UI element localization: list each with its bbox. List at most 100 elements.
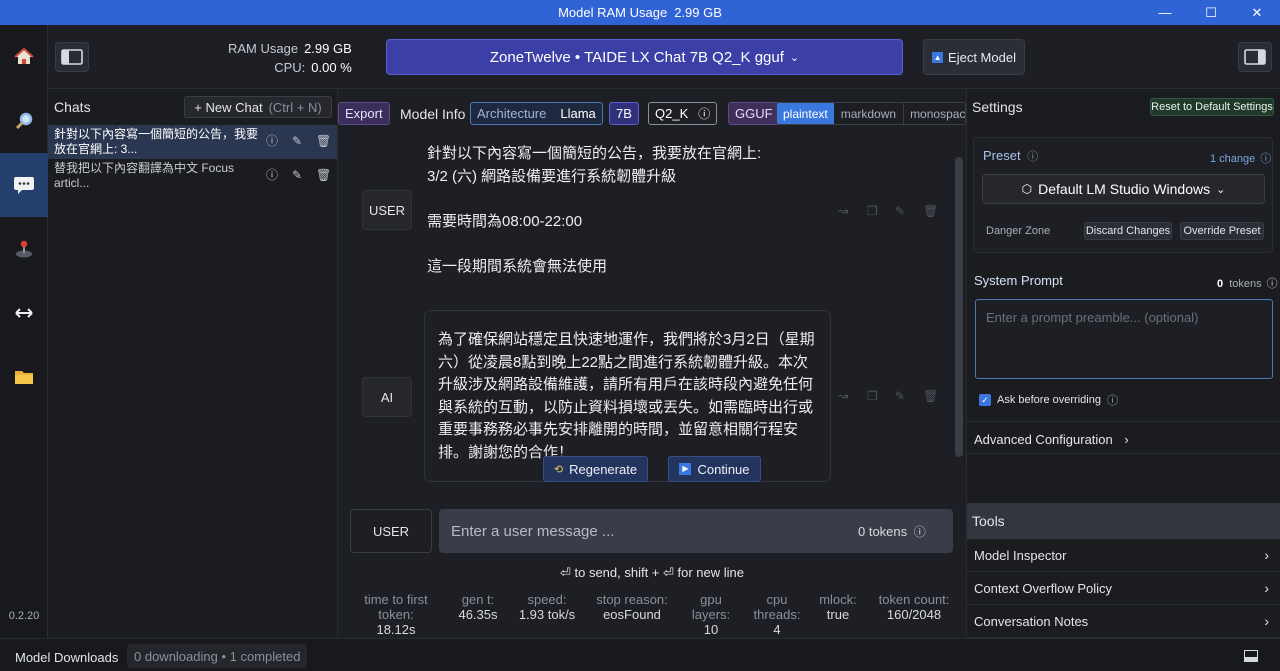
minimize-icon[interactable]: — xyxy=(1142,0,1188,25)
model-name: ZoneTwelve • TAIDE LX Chat 7B Q2_K gguf xyxy=(489,48,784,66)
edit-icon[interactable]: ✎ xyxy=(292,168,302,183)
resource-usage: RAM Usage 2.99 GB CPU: 0.00 % xyxy=(228,39,352,77)
render-mode-monospace[interactable]: monospace xyxy=(904,103,965,124)
model-selector[interactable]: ZoneTwelve • TAIDE LX Chat 7B Q2_K gguf … xyxy=(386,39,903,75)
info-icon[interactable]: ⓘ xyxy=(1107,392,1118,408)
chats-panel: Chats + New Chat (Ctrl + N) 針對以下內容寫一個簡短的… xyxy=(48,89,338,638)
stat-cpu-threads: cpu threads: 4 xyxy=(753,592,801,637)
ask-before-overriding-label: Ask before overriding xyxy=(997,394,1101,406)
settings-panel: Settings Reset to Default Settings Prese… xyxy=(966,89,1280,638)
override-preset-button[interactable]: Override Preset xyxy=(1180,222,1264,240)
cube-icon: ⬡ xyxy=(1021,182,1033,196)
edit-icon[interactable]: ✎ xyxy=(292,134,302,149)
model-downloads-label[interactable]: Model Downloads xyxy=(15,650,118,665)
info-icon[interactable]: ⓘ xyxy=(698,105,710,122)
eject-model-button[interactable]: ▲ Eject Model xyxy=(923,39,1025,75)
system-prompt-token-count: 0 tokens ⓘ xyxy=(1217,278,1278,290)
ask-before-overriding-checkbox[interactable]: ✓ xyxy=(979,394,991,406)
stat-mlock: mlock: true xyxy=(819,592,857,622)
left-right-arrow-icon[interactable] xyxy=(0,281,48,345)
reset-defaults-button[interactable]: Reset to Default Settings xyxy=(1150,98,1274,116)
cpu-value: 0.00 % xyxy=(311,60,352,75)
preset-selector[interactable]: ⬡ Default LM Studio Windows ⌄ xyxy=(982,174,1265,204)
maximize-icon[interactable]: ☐ xyxy=(1188,0,1234,25)
stat-time-to-first-token: time to first token: 18.12s xyxy=(364,592,428,637)
token-count-value: 0 tokens xyxy=(858,524,908,539)
info-icon[interactable]: ⓘ xyxy=(1027,151,1038,163)
edit-icon[interactable]: ✎ xyxy=(895,389,905,403)
chat-item-2[interactable]: 替我把以下內容翻譯為中文 Focus articl... ⓘ ✎ 🗑 xyxy=(48,159,337,193)
ai-message: 為了確保網站穩定且快速地運作，我們將於3月2日（星期六）從凌晨8點到晚上22點之… xyxy=(438,331,815,461)
close-icon[interactable]: ✕ xyxy=(1234,0,1280,25)
copy-icon[interactable]: ❐ xyxy=(867,389,878,403)
system-prompt-input[interactable] xyxy=(975,299,1273,379)
info-icon[interactable]: ⓘ xyxy=(266,134,278,149)
tool-label: Context Overflow Policy xyxy=(974,581,1112,596)
export-button[interactable]: Export xyxy=(338,102,390,125)
trash-icon[interactable]: 🗑 xyxy=(316,134,331,149)
tool-context-overflow-policy[interactable]: Context Overflow Policy › xyxy=(967,572,1280,605)
export-label: Export xyxy=(345,106,383,121)
preset-value: Default LM Studio Windows xyxy=(1038,181,1211,197)
trash-icon[interactable]: 🗑 xyxy=(923,204,938,218)
user-role-badge: USER xyxy=(362,190,412,230)
search-icon[interactable] xyxy=(0,89,48,153)
regenerate-label: Regenerate xyxy=(569,461,638,477)
folder-icon[interactable] xyxy=(0,345,48,409)
continue-button[interactable]: ▶ Continue xyxy=(668,456,761,482)
new-chat-button[interactable]: + New Chat (Ctrl + N) xyxy=(184,96,332,118)
branch-icon[interactable]: ↝ xyxy=(838,389,848,403)
panel-toggle-icon[interactable] xyxy=(1244,650,1258,662)
discard-changes-button[interactable]: Discard Changes xyxy=(1084,222,1172,240)
preset-section: Preset ⓘ 1 change ⓘ ⬡ Default LM Studio … xyxy=(973,137,1273,253)
preset-label: Preset ⓘ xyxy=(983,148,1039,163)
tool-conversation-notes[interactable]: Conversation Notes › xyxy=(967,605,1280,638)
regenerate-button[interactable]: ⟲ Regenerate xyxy=(543,456,648,482)
home-icon[interactable] xyxy=(0,25,48,89)
eject-icon: ▲ xyxy=(932,51,944,63)
role-toggle-button[interactable]: USER xyxy=(350,509,432,553)
size-tag: 7B xyxy=(609,102,639,125)
stat-gen-time: gen t: 46.35s xyxy=(458,592,498,622)
system-prompt-label: System Prompt xyxy=(974,273,1063,288)
tool-label: Conversation Notes xyxy=(974,614,1089,629)
info-icon[interactable]: ⓘ xyxy=(1267,278,1278,290)
regenerate-icon: ⟲ xyxy=(553,463,564,476)
stat-speed: speed: 1.93 tok/s xyxy=(518,592,576,622)
new-chat-label: + New Chat xyxy=(194,99,263,115)
architecture-tag: Architecture Llama xyxy=(470,102,603,125)
send-hint: ⏎ to send, shift + ⏎ for new line xyxy=(559,565,744,580)
app-version: 0.2.20 xyxy=(8,610,40,622)
advanced-configuration-label: Advanced Configuration xyxy=(974,432,1113,447)
info-icon[interactable]: ⓘ xyxy=(266,168,278,183)
sidebar-left-icon xyxy=(61,49,83,65)
chat-item-title: 替我把以下內容翻譯為中文 Focus articl... xyxy=(54,161,235,190)
edit-icon[interactable]: ✎ xyxy=(895,204,905,218)
ai-role-badge: AI xyxy=(362,377,412,417)
trash-icon[interactable]: 🗑 xyxy=(923,389,938,403)
stat-gpu-layers: gpu layers: 10 xyxy=(691,592,731,637)
render-mode-plaintext[interactable]: plaintext xyxy=(777,103,834,124)
toggle-left-panel-button[interactable] xyxy=(55,42,89,72)
toggle-right-panel-button[interactable] xyxy=(1238,42,1272,72)
danger-zone-label: Danger Zone xyxy=(986,225,1051,237)
joystick-icon[interactable] xyxy=(0,217,48,281)
chats-title: Chats xyxy=(54,99,91,115)
eject-label: Eject Model xyxy=(948,49,1016,65)
ram-label: RAM Usage xyxy=(228,41,299,56)
tool-model-inspector[interactable]: Model Inspector › xyxy=(967,539,1280,572)
trash-icon[interactable]: 🗑 xyxy=(316,168,331,183)
preset-changes[interactable]: 1 change ⓘ xyxy=(1210,150,1271,166)
branch-icon[interactable]: ↝ xyxy=(838,204,848,218)
conversation-scrollbar[interactable] xyxy=(955,157,963,457)
play-icon: ▶ xyxy=(679,463,692,475)
info-icon[interactable]: ⓘ xyxy=(914,525,926,539)
format-tag: GGUF xyxy=(728,102,780,125)
downloads-status[interactable]: 0 downloading • 1 completed xyxy=(127,644,308,668)
chat-item-1[interactable]: 針對以下內容寫一個簡短的公告，我要放在官網上: 3... ⓘ ✎ 🗑 xyxy=(48,125,337,159)
advanced-configuration-toggle[interactable]: Advanced Configuration › xyxy=(967,421,1280,454)
chat-icon[interactable] xyxy=(0,153,48,217)
copy-icon[interactable]: ❐ xyxy=(867,204,878,218)
render-mode-markdown[interactable]: markdown xyxy=(834,103,905,124)
cpu-label: CPU: xyxy=(274,60,306,75)
